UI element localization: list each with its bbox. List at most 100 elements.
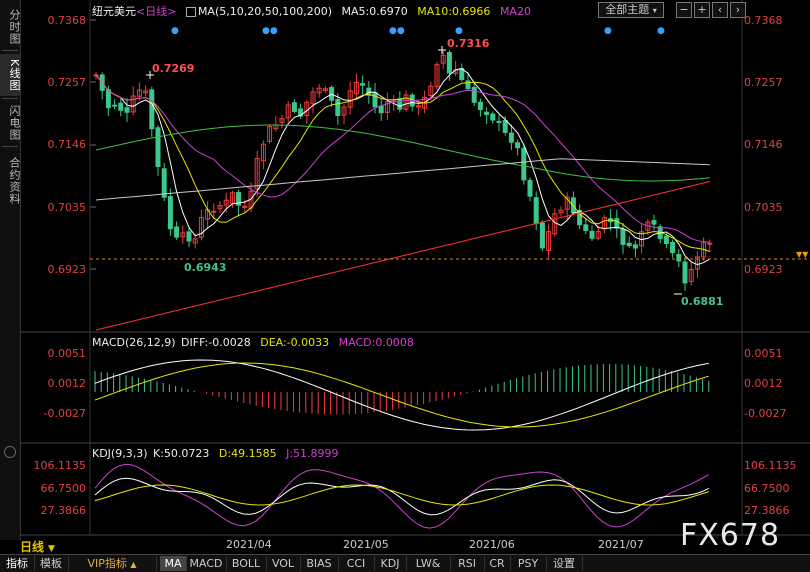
current-price-marker-icon: ▼▼ <box>796 250 809 259</box>
candle-body <box>378 105 384 114</box>
kdj-j: J:51.8999 <box>286 447 339 460</box>
chevron-up-icon: ▲ <box>130 560 137 569</box>
plus-button[interactable]: + <box>694 2 710 18</box>
candle-body <box>360 83 366 86</box>
event-marker-icon[interactable]: ●● <box>262 26 278 36</box>
macd-diff-line <box>94 359 709 431</box>
candle-body <box>124 107 130 113</box>
event-marker-icon[interactable]: ● <box>657 26 665 36</box>
candle-body <box>149 89 155 130</box>
candle-body <box>663 235 669 244</box>
candle-body <box>161 168 167 198</box>
ma5-value: MA5:0.6970 <box>341 5 408 18</box>
macd-tick-left: 0.0051 <box>47 347 87 360</box>
date-label: 2021/07 <box>598 538 644 551</box>
candle-body <box>397 98 403 110</box>
event-marker-icon[interactable]: ● <box>171 26 179 36</box>
tab-cci[interactable]: CCI <box>338 556 375 571</box>
candle-body <box>583 224 589 231</box>
vip-label: VIP指标 <box>87 557 127 570</box>
period-label: 日线 <box>20 540 45 554</box>
ma20-value: MA20 <box>499 5 531 18</box>
triangle-down-icon: ▼ <box>48 544 55 554</box>
candle-body <box>670 241 676 254</box>
candle-body <box>477 101 483 110</box>
kdj-tick-left: 27.3866 <box>40 504 87 517</box>
minus-button[interactable]: − <box>676 2 692 18</box>
tab-vip-indicator[interactable]: VIP指标 ▲ <box>68 556 157 571</box>
kdj-d: D:49.1585 <box>218 447 277 460</box>
candle-body <box>508 132 514 143</box>
theme-button[interactable]: 全部主题 ▾ <box>598 2 664 18</box>
event-marker-icon[interactable]: ● <box>455 26 463 36</box>
date-label: 2021/05 <box>343 538 389 551</box>
tab-bias[interactable]: BIAS <box>300 556 339 571</box>
macd-tick-left: -0.0027 <box>43 407 86 420</box>
period-selector[interactable]: 日线 ▼ <box>20 538 55 555</box>
candle-body <box>471 86 477 103</box>
ma100-line <box>95 158 710 201</box>
candle-body <box>614 218 620 229</box>
event-marker-icon[interactable]: ● <box>604 26 612 36</box>
theme-button-label: 全部主题 <box>605 3 650 16</box>
candle-body <box>105 89 111 109</box>
tab-contract-info[interactable]: 合约资料 <box>0 152 21 210</box>
instrument-name: 纽元美元 <box>92 5 136 18</box>
price-tick-right: 0.7035 <box>744 201 783 214</box>
kdj-tick-left: 106.1135 <box>33 459 87 472</box>
period-tag: <日线> <box>136 5 177 18</box>
macd-diff: DIFF:-0.0028 <box>181 336 251 349</box>
tab-kdj[interactable]: KDJ <box>374 556 407 571</box>
price-tick-left: 0.6923 <box>47 263 87 276</box>
high-annotation: 0.7269 <box>152 62 195 75</box>
candle-body <box>626 242 632 247</box>
tab-ma[interactable]: MA <box>160 556 187 571</box>
ma-label: MA(5,10,20,50,100,200) <box>197 5 332 18</box>
tab-cr[interactable]: CR <box>484 556 511 571</box>
candle-body <box>515 142 521 149</box>
tab-timeshare[interactable]: 分时图 <box>0 6 21 48</box>
price-tick-left: 0.7257 <box>47 76 87 89</box>
date-label: 2021/04 <box>226 538 272 551</box>
left-arrow-button[interactable]: ‹ <box>712 2 728 18</box>
tab-lw[interactable]: LW& <box>406 556 451 571</box>
candle-body <box>620 229 626 245</box>
legend-toggle-icon[interactable] <box>185 7 196 17</box>
candle-body <box>707 242 713 245</box>
chevron-down-icon: ▾ <box>652 6 657 15</box>
indicator-toolbar: 指标 模板 VIP指标 ▲ MA MACD BOLL VOL BIAS CCI … <box>0 554 810 572</box>
kdj-settings-icon[interactable] <box>4 446 16 458</box>
watermark-logo: FX678 <box>680 518 781 553</box>
macd-tick-right: -0.0027 <box>744 407 787 420</box>
tab-boll[interactable]: BOLL <box>226 556 267 571</box>
candle-body <box>676 254 682 262</box>
tab-macd[interactable]: MACD <box>186 556 227 571</box>
macd-label: MACD(26,12,9) <box>92 336 176 349</box>
price-legend: 纽元美元<日线> MA(5,10,20,50,100,200) MA5:0.69… <box>92 3 537 19</box>
tab-rsi[interactable]: RSI <box>450 556 485 571</box>
kdj-legend: KDJ(9,3,3) K:50.0723 D:49.1585 J:51.8999 <box>92 447 345 460</box>
tab-flash[interactable]: 闪电图 <box>0 102 21 144</box>
candle-body <box>490 113 496 121</box>
candle-body <box>446 52 452 74</box>
tab-template[interactable]: 模板 <box>34 556 69 571</box>
event-marker-icon[interactable]: ●● <box>389 26 405 36</box>
low-annotation: 0.6943 <box>184 261 227 274</box>
tab-psy[interactable]: PSY <box>510 556 547 571</box>
candle-body <box>174 226 180 238</box>
candle-body <box>465 80 471 90</box>
kdj-tick-right: 27.3866 <box>744 504 790 517</box>
candle-body <box>155 127 161 168</box>
tab-settings[interactable]: 设置 <box>546 556 583 571</box>
kdj-k: K:50.0723 <box>153 447 210 460</box>
price-tick-right: 0.7146 <box>744 138 783 151</box>
tab-kline[interactable]: K线图 <box>0 54 21 96</box>
macd-tick-right: 0.0051 <box>744 347 783 360</box>
candle-body <box>112 104 118 107</box>
tab-vol[interactable]: VOL <box>266 556 301 571</box>
ma10-value: MA10:0.6966 <box>417 5 491 18</box>
price-tick-right: 0.6923 <box>744 263 783 276</box>
tab-indicator[interactable]: 指标 <box>0 556 35 571</box>
price-tick-right: 0.7368 <box>744 14 783 27</box>
price-tick-left: 0.7035 <box>47 201 87 214</box>
